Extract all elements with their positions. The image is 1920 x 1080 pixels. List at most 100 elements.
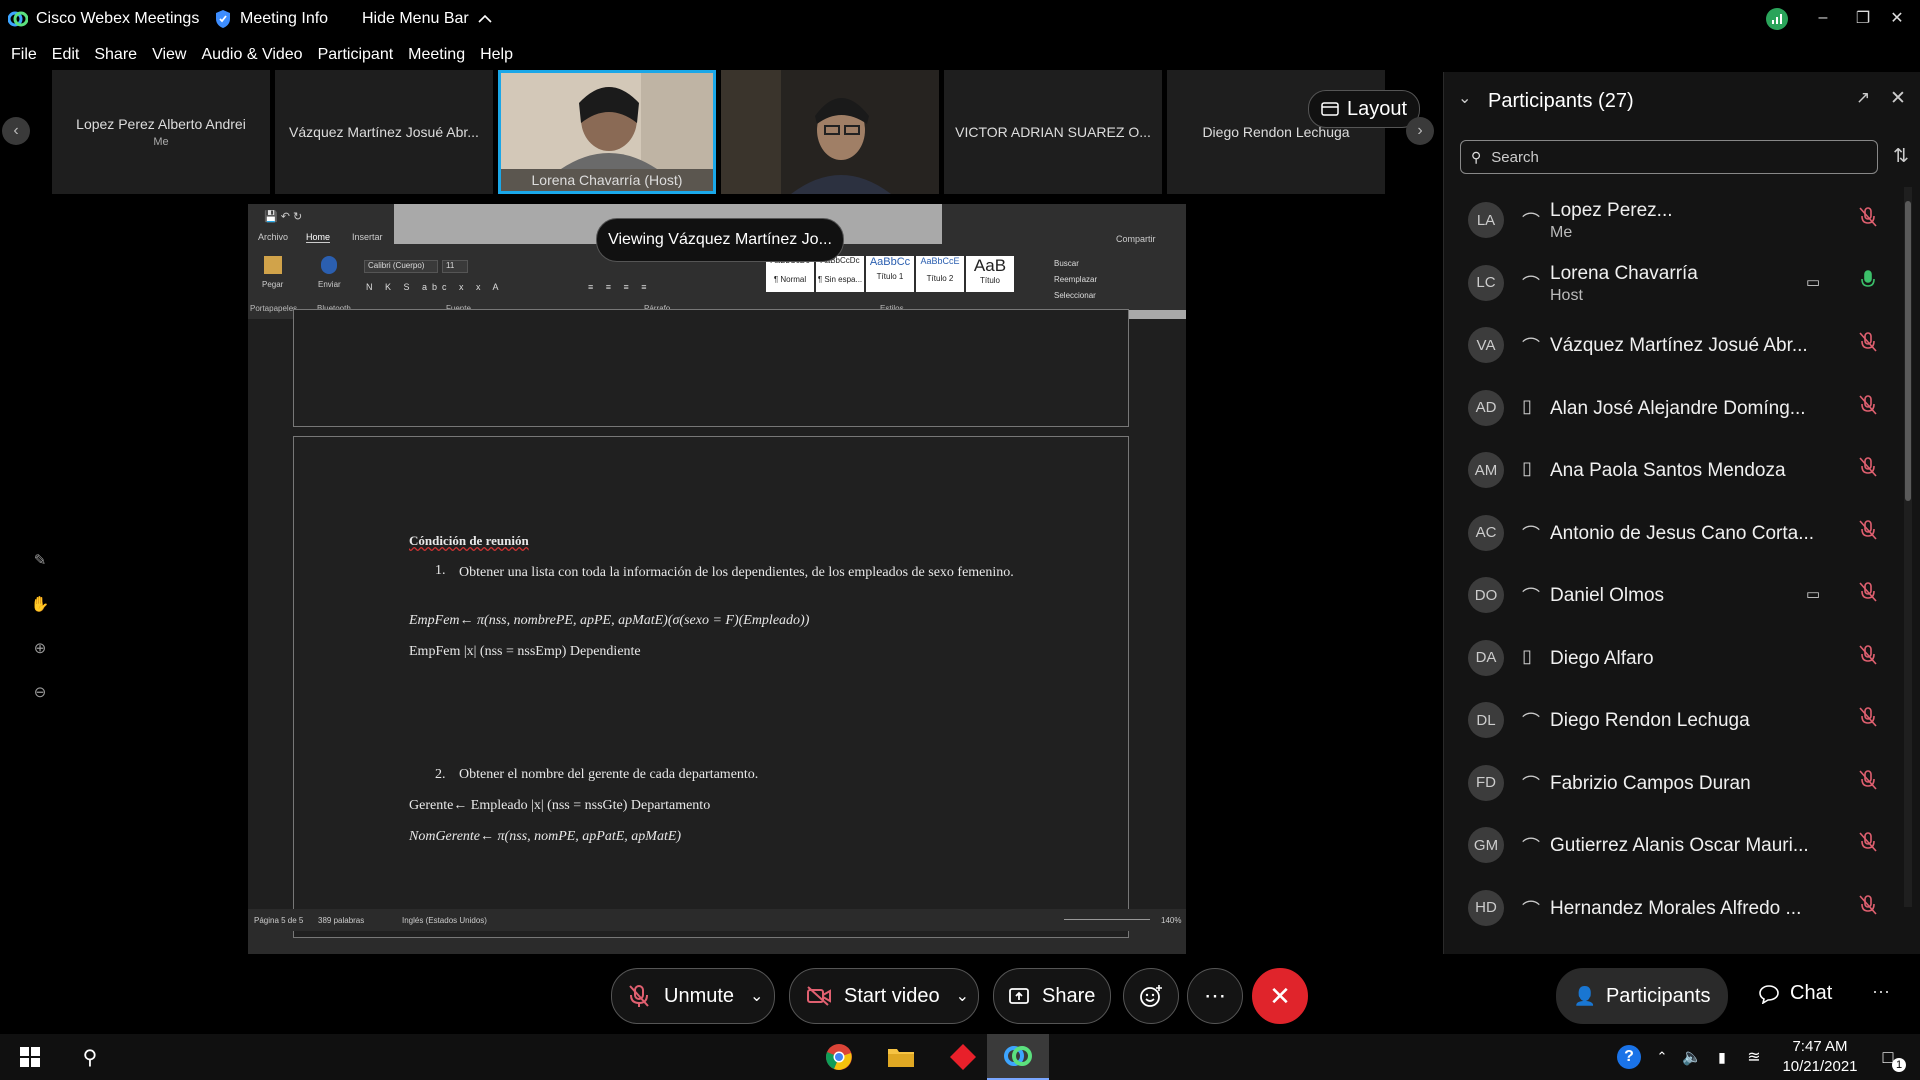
close-panel-icon[interactable]: ✕ [1890, 87, 1906, 110]
participant-row[interactable]: LC ⌒ Lorena Chavarría Host ▭ [1444, 253, 1904, 315]
participant-row[interactable]: DA ▯ Diego Alfaro [1444, 628, 1904, 690]
mic-muted-icon[interactable] [1857, 456, 1879, 478]
mic-muted-icon[interactable] [1857, 769, 1879, 791]
style-titulo-1[interactable]: AaBbCc Título 1 [866, 256, 914, 292]
video-tile-vazquez[interactable]: Vázquez Martínez Josué Abr... [275, 70, 493, 194]
file-explorer-taskbar-icon[interactable] [870, 1034, 932, 1080]
webex-taskbar-icon[interactable] [987, 1034, 1049, 1080]
filmstrip-next-button[interactable]: › [1406, 117, 1434, 145]
mic-muted-icon[interactable] [1857, 894, 1879, 916]
mic-active-icon[interactable] [1857, 269, 1879, 291]
participant-row[interactable]: AC ⌒ Antonio de Jesus Cano Corta... [1444, 503, 1904, 565]
participant-row[interactable]: AD ▯ Alan José Alejandre Domíng... [1444, 378, 1904, 440]
mic-muted-icon[interactable] [1857, 394, 1879, 416]
annotate-pen-icon[interactable]: ✎ [30, 550, 50, 570]
reactions-button[interactable] [1123, 968, 1179, 1024]
menu-file[interactable]: File [11, 46, 37, 64]
reemplazar-button[interactable]: Reemplazar [1054, 272, 1097, 288]
close-window-button[interactable]: ✕ [1874, 0, 1920, 36]
collapse-panel-chevron-icon[interactable]: ⌄ [1458, 88, 1471, 108]
style-titulo[interactable]: AaB Título [966, 256, 1014, 292]
leave-meeting-button[interactable]: ✕ [1252, 968, 1308, 1024]
participants-toggle-button[interactable]: 👤 Participants [1556, 968, 1728, 1024]
seleccionar-button[interactable]: Seleccionar [1054, 288, 1097, 304]
paragraph-format-buttons[interactable]: ≡ ≡ ≡ ≡ [588, 282, 652, 292]
video-chevron-icon[interactable]: ⌄ [956, 986, 969, 1006]
volume-icon[interactable]: 🔈 [1680, 1034, 1704, 1080]
start-button[interactable] [0, 1034, 60, 1080]
taskbar-search-button[interactable]: ⚲ [60, 1034, 120, 1080]
ribbon-tab-archivo[interactable]: Archivo [258, 232, 288, 242]
menu-view[interactable]: View [152, 46, 186, 64]
hide-menu-bar-button[interactable]: Hide Menu Bar [362, 0, 493, 38]
menu-meeting[interactable]: Meeting [408, 46, 465, 64]
search-placeholder: Search [1491, 148, 1539, 166]
menu-share[interactable]: Share [94, 46, 137, 64]
participant-row[interactable]: GM ⌒ Gutierrez Alanis Oscar Mauri... [1444, 815, 1904, 877]
scrollbar-thumb[interactable] [1905, 201, 1911, 501]
mic-muted-icon[interactable] [1857, 206, 1879, 228]
video-tile-victor[interactable]: VICTOR ADRIAN SUAREZ O... [944, 70, 1162, 194]
wifi-icon[interactable]: ≊ [1740, 1034, 1768, 1080]
menu-help[interactable]: Help [480, 46, 513, 64]
participant-row[interactable]: AM ▯ Ana Paola Santos Mendoza [1444, 440, 1904, 502]
chat-button[interactable]: Chat [1758, 982, 1832, 1005]
ribbon-compartir[interactable]: Compartir [1116, 234, 1156, 244]
unmute-chevron-icon[interactable]: ⌄ [750, 986, 763, 1006]
panel-more-icon[interactable]: ⋯ [1872, 982, 1890, 1003]
ribbon-tab-insertar[interactable]: Insertar [352, 232, 383, 242]
mic-muted-icon[interactable] [1857, 706, 1879, 728]
mic-muted-icon[interactable] [1857, 581, 1879, 603]
video-tile-diego[interactable]: Diego Rendon Lechuga [1167, 70, 1385, 194]
style-titulo-2[interactable]: AaBbCcE Título 2 [916, 256, 964, 292]
participant-row[interactable]: VA ⌒ Vázquez Martínez Josué Abr... [1444, 315, 1904, 377]
bluetooth-send-button[interactable]: Enviar [318, 256, 341, 289]
participant-search-box[interactable]: ⚲ Search [1460, 140, 1878, 174]
request-control-icon[interactable]: ✋ [30, 594, 50, 614]
video-tile-lorena-active[interactable]: Lorena Chavarría (Host) [498, 70, 716, 194]
sort-icon[interactable]: ⇅ [1893, 145, 1909, 168]
paste-button[interactable]: Pegar [262, 256, 283, 289]
zoom-slider[interactable] [1064, 919, 1150, 920]
video-tile-camera[interactable] [721, 70, 939, 194]
font-name-select[interactable]: Calibri (Cuerpo) [364, 260, 438, 273]
zoom-in-icon[interactable]: ⊕ [30, 638, 50, 658]
participant-row[interactable]: HD ⌒ Hernandez Morales Alfredo ... [1444, 878, 1904, 940]
participant-row[interactable]: FD ⌒ Fabrizio Campos Duran [1444, 753, 1904, 815]
show-hidden-icons-chevron-icon[interactable]: ⌃ [1650, 1034, 1674, 1080]
mic-muted-icon[interactable] [1857, 519, 1879, 541]
mic-muted-icon[interactable] [1857, 331, 1879, 353]
participant-row[interactable]: DL ⌒ Diego Rendon Lechuga [1444, 690, 1904, 752]
zoom-out-icon[interactable]: ⊖ [30, 682, 50, 702]
menu-edit[interactable]: Edit [52, 46, 80, 64]
mic-muted-icon[interactable] [1857, 831, 1879, 853]
participant-avatar: DA [1468, 639, 1504, 676]
start-video-button[interactable]: Start video ⌄ [789, 968, 979, 1024]
participant-name: Ana Paola Santos Mendoza [1550, 460, 1786, 481]
participant-row[interactable]: LA ⌒ Lopez Perez... Me [1444, 190, 1904, 252]
video-tile-lopez[interactable]: Lopez Perez Alberto Andrei Me [52, 70, 270, 194]
unmute-button[interactable]: Unmute ⌄ [611, 968, 775, 1024]
network-health-icon[interactable] [1766, 8, 1788, 30]
more-options-button[interactable]: ⋯ [1187, 968, 1243, 1024]
share-button[interactable]: Share [993, 968, 1111, 1024]
filmstrip-prev-button[interactable]: ‹ [2, 117, 30, 145]
mic-muted-icon[interactable] [1857, 644, 1879, 666]
help-tray-icon[interactable]: ? [1614, 1034, 1644, 1080]
popout-panel-icon[interactable]: ↗ [1856, 88, 1870, 108]
chrome-taskbar-icon[interactable] [808, 1034, 870, 1080]
participant-row[interactable]: DO ⌒ Daniel Olmos ▭ [1444, 565, 1904, 627]
font-format-buttons[interactable]: N K S abc x x A [366, 282, 504, 292]
layout-button[interactable]: Layout [1308, 90, 1420, 128]
battery-icon[interactable]: ▮ [1708, 1034, 1736, 1080]
notifications-button[interactable]: □ 1 [1868, 1034, 1908, 1080]
ribbon-tab-home[interactable]: Home [306, 232, 331, 243]
app-taskbar-icon[interactable] [932, 1034, 994, 1080]
meeting-info-button[interactable]: Meeting Info [214, 0, 328, 38]
panel-scrollbar[interactable] [1904, 187, 1912, 907]
buscar-button[interactable]: Buscar [1054, 256, 1097, 272]
font-size-select[interactable]: 11 [442, 260, 468, 273]
menu-participant[interactable]: Participant [318, 46, 394, 64]
taskbar-clock[interactable]: 7:47 AM 10/21/2021 [1770, 1034, 1870, 1080]
menu-audio-video[interactable]: Audio & Video [201, 46, 302, 64]
